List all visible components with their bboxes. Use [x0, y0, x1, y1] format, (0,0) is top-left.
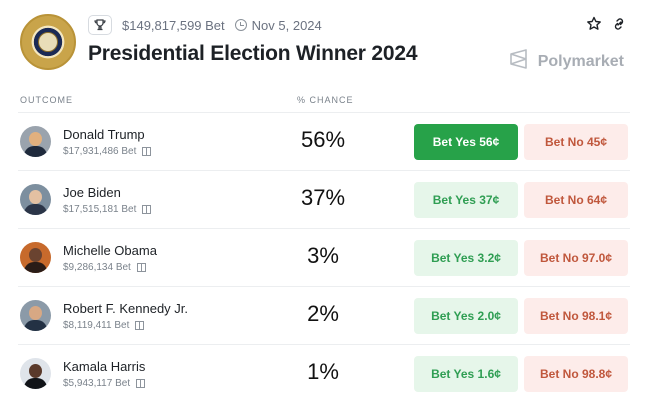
polymarket-logo-icon [508, 48, 530, 75]
polymarket-brand[interactable]: Polymarket [508, 48, 624, 75]
brand-name: Polymarket [537, 52, 624, 70]
gift-icon[interactable] [135, 321, 145, 330]
outcome-bet-amount: $9,286,134 Bet [63, 262, 131, 273]
outcome-chance: 2% [307, 301, 339, 326]
outcome-volume: $17,931,486 Bet [63, 146, 152, 157]
outcome-bet-amount: $5,943,117 Bet [63, 378, 131, 389]
trophy-icon[interactable] [88, 15, 112, 35]
outcome-row-trump[interactable]: Donald Trump $17,931,486 Bet 56% Bet Yes… [18, 112, 630, 170]
outcome-volume: $17,515,181 Bet [63, 204, 152, 215]
outcome-volume: $9,286,134 Bet [63, 262, 146, 273]
outcome-name: Joe Biden [63, 185, 121, 200]
outcome-name: Donald Trump [63, 127, 145, 142]
bet-no-button[interactable]: Bet No 64¢ [524, 182, 628, 218]
page-title: Presidential Election Winner 2024 [88, 42, 418, 65]
bet-no-button[interactable]: Bet No 98.1¢ [524, 298, 628, 334]
column-header-outcome: OUTCOME [20, 95, 73, 105]
volume-text: $149,817,599 Bet [122, 17, 225, 33]
gift-icon[interactable] [136, 263, 146, 272]
outcome-row-harris[interactable]: Kamala Harris $5,943,117 Bet 1% Bet Yes … [18, 344, 630, 402]
bet-no-button[interactable]: Bet No 97.0¢ [524, 240, 628, 276]
outcome-chance: 56% [300, 127, 346, 152]
avatar [20, 242, 51, 273]
outcome-chance: 1% [307, 359, 339, 384]
outcome-chance: 37% [300, 185, 346, 210]
outcome-chance: 3% [307, 243, 339, 268]
market-meta: $149,817,599 Bet Nov 5, 2024 [88, 14, 322, 36]
bet-no-button[interactable]: Bet No 45¢ [524, 124, 628, 160]
outcome-list: Donald Trump $17,931,486 Bet 56% Bet Yes… [18, 112, 630, 402]
date-text: Nov 5, 2024 [251, 17, 322, 33]
outcome-name: Kamala Harris [63, 359, 146, 374]
outcome-volume: $8,119,411 Bet [63, 320, 145, 331]
bet-yes-button[interactable]: Bet Yes 37¢ [414, 182, 518, 218]
seal-eagle-icon [38, 32, 58, 52]
bet-yes-button[interactable]: Bet Yes 56¢ [414, 124, 518, 160]
clock-icon [234, 19, 247, 31]
outcome-bet-amount: $17,931,486 Bet [63, 146, 137, 157]
outcome-name: Michelle Obama [63, 243, 157, 258]
avatar [20, 184, 51, 215]
outcome-name: Robert F. Kennedy Jr. [63, 301, 189, 316]
outcome-bet-amount: $17,515,181 Bet [63, 204, 137, 215]
outcome-row-obama[interactable]: Michelle Obama $9,286,134 Bet 3% Bet Yes… [18, 228, 630, 286]
star-icon[interactable] [586, 16, 602, 37]
outcome-row-biden[interactable]: Joe Biden $17,515,181 Bet 37% Bet Yes 37… [18, 170, 630, 228]
gift-icon[interactable] [136, 379, 146, 388]
gift-icon[interactable] [142, 147, 152, 156]
bet-no-button[interactable]: Bet No 98.8¢ [524, 356, 628, 392]
outcome-row-kennedy[interactable]: Robert F. Kennedy Jr. $8,119,411 Bet 2% … [18, 286, 630, 344]
outcome-volume: $5,943,117 Bet [63, 378, 146, 389]
date-item: Nov 5, 2024 [234, 17, 322, 33]
presidential-seal-icon [20, 14, 76, 70]
bet-yes-button[interactable]: Bet Yes 2.0¢ [414, 298, 518, 334]
column-header-chance: % CHANCE [297, 95, 354, 105]
avatar [20, 358, 51, 389]
avatar [20, 300, 51, 331]
bet-yes-button[interactable]: Bet Yes 3.2¢ [414, 240, 518, 276]
bet-yes-button[interactable]: Bet Yes 1.6¢ [414, 356, 518, 392]
top-actions [586, 16, 626, 37]
gift-icon[interactable] [142, 205, 152, 214]
avatar [20, 126, 51, 157]
link-icon[interactable] [612, 17, 626, 36]
market-header: $149,817,599 Bet Nov 5, 2024 Presidentia… [0, 0, 650, 90]
outcome-bet-amount: $8,119,411 Bet [63, 320, 130, 331]
